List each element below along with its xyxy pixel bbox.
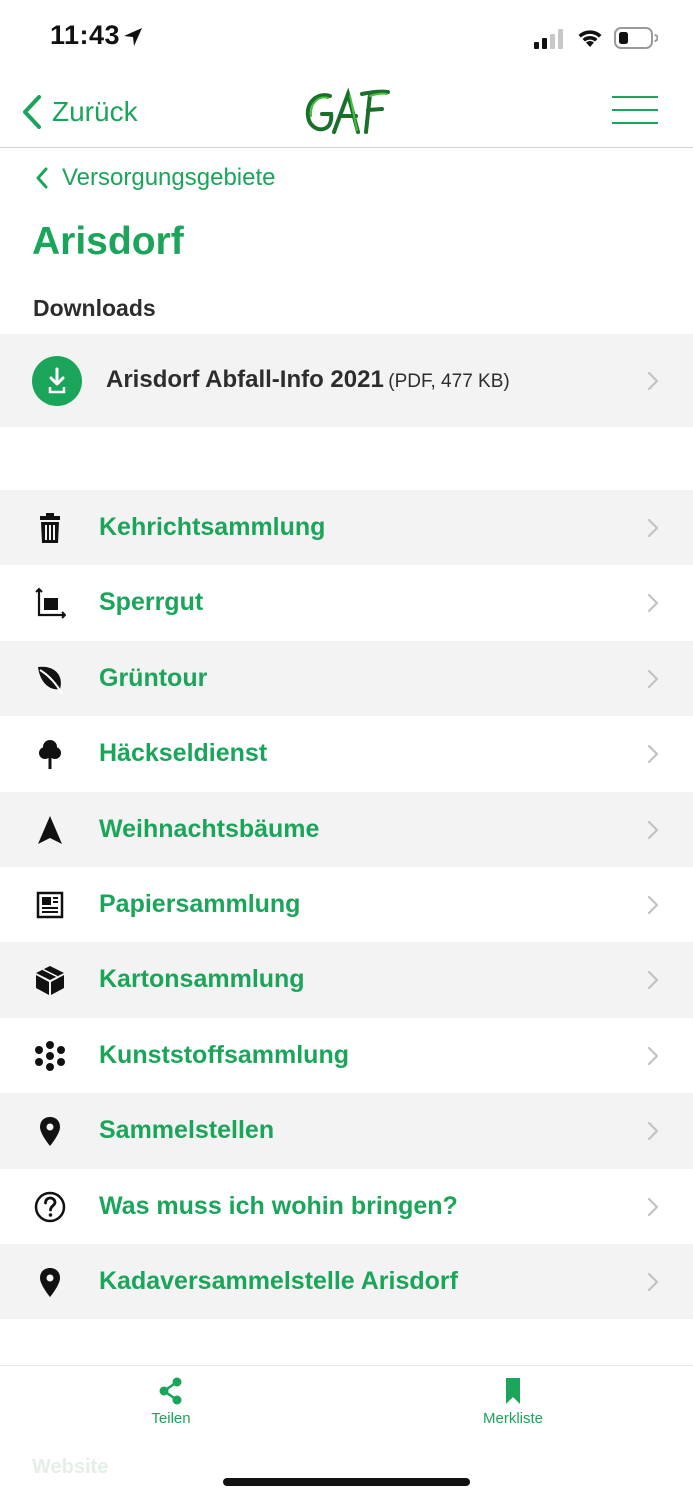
cellular-signal-icon <box>534 29 563 49</box>
tree-icon <box>39 740 61 770</box>
bulky-item-dimensions-icon <box>35 587 66 620</box>
list-item-label: Weihnachtsbäume <box>99 814 320 843</box>
chevron-right-icon <box>647 895 659 915</box>
chevron-right-icon <box>647 745 659 764</box>
breadcrumb[interactable]: Versorgungsgebiete <box>34 164 276 192</box>
download-text: Arisdorf Abfall-Info 2021 (PDF, 477 KB) <box>106 366 510 394</box>
wifi-icon <box>578 30 602 47</box>
chevron-left-icon <box>23 95 41 129</box>
list-item-haeckseldienst[interactable]: Häckseldienst <box>0 716 693 792</box>
hamburger-menu-icon[interactable] <box>610 94 662 128</box>
leaf-icon <box>38 666 63 695</box>
list-item-label: Kartonsammlung <box>99 965 305 994</box>
list-item-kehrichtsammlung[interactable]: Kehrichtsammlung <box>0 490 693 566</box>
list-item-sammelstellen[interactable]: Sammelstellen <box>0 1093 693 1169</box>
bookmark-icon <box>506 1378 520 1404</box>
box-icon <box>36 966 64 996</box>
navigation-bar: Zurück <box>0 76 693 148</box>
chevron-right-icon <box>647 371 659 391</box>
website-link[interactable]: Website <box>32 1456 108 1479</box>
list-item-label: Kehrichtsammlung <box>99 513 326 541</box>
location-arrow-icon <box>124 28 142 46</box>
question-circle-icon <box>34 1191 66 1222</box>
list-item-kadaversammelstelle[interactable]: Kadaversammelstelle Arisdorf <box>0 1243 693 1320</box>
chevron-right-icon <box>647 1122 659 1141</box>
list-item-label: Kadaversammelstelle Arisdorf <box>99 1266 458 1295</box>
list-item-sperrgut[interactable]: Sperrgut <box>0 565 693 641</box>
tab-label: Teilen <box>151 1410 191 1427</box>
newspaper-icon <box>36 891 64 919</box>
list-item-label: Papiersammlung <box>99 889 301 918</box>
download-icon <box>32 356 82 406</box>
list-item-label: Was muss ich wohin bringen? <box>99 1191 458 1220</box>
tab-label: Merkliste <box>482 1410 543 1427</box>
list-item-label: Häckseldienst <box>99 739 268 768</box>
list-item-kunststoffsammlung[interactable]: Kunststoffsammlung <box>0 1017 693 1094</box>
chevron-right-icon <box>647 1197 659 1216</box>
share-icon <box>159 1377 182 1405</box>
map-pin-icon <box>40 1267 60 1297</box>
home-indicator <box>223 1478 470 1486</box>
trash-can-icon <box>40 513 60 543</box>
chevron-right-icon <box>647 518 659 538</box>
list-item-was-muss-ich-wohin-bringen[interactable]: Was muss ich wohin bringen? <box>0 1168 693 1244</box>
breadcrumb-label: Versorgungsgebiete <box>62 164 276 191</box>
battery-low-icon <box>614 27 658 49</box>
list-item-label: Sperrgut <box>99 588 204 617</box>
chevron-right-icon <box>647 594 659 613</box>
download-item[interactable]: Arisdorf Abfall-Info 2021 (PDF, 477 KB) <box>0 334 693 427</box>
downloads-heading: Downloads <box>33 295 156 321</box>
gaf-logo[interactable] <box>300 86 392 138</box>
back-label: Zurück <box>52 96 138 127</box>
list-item-kartonsammlung[interactable]: Kartonsammlung <box>0 942 693 1018</box>
download-title: Arisdorf Abfall-Info 2021 <box>106 366 384 393</box>
status-bar: 11:43 <box>0 0 693 76</box>
services-list: Kehrichtsammlung Sperrgut Grüntour Häcks… <box>0 490 693 1320</box>
list-item-label: Grüntour <box>99 663 208 692</box>
list-item-label: Kunststoffsammlung <box>99 1040 349 1069</box>
download-meta: (PDF, 477 KB) <box>388 371 510 392</box>
status-time: 11:43 <box>50 20 121 50</box>
page-title: Arisdorf <box>32 220 184 263</box>
list-item-label: Sammelstellen <box>99 1116 275 1145</box>
chevron-right-icon <box>647 1046 659 1065</box>
chevron-right-icon <box>647 669 659 688</box>
tab-bookmarks[interactable]: Merkliste <box>453 1376 573 1436</box>
list-item-papiersammlung[interactable]: Papiersammlung <box>0 866 693 943</box>
plastic-molecule-icon <box>35 1040 65 1071</box>
list-item-weihnachtsbaeume[interactable]: Weihnachtsbäume <box>0 791 693 867</box>
chevron-right-icon <box>647 820 659 839</box>
list-item-gruentour[interactable]: Grüntour <box>0 640 693 717</box>
chevron-left-icon <box>36 167 48 189</box>
tab-share[interactable]: Teilen <box>111 1376 231 1436</box>
chevron-right-icon <box>647 971 659 990</box>
chevron-right-icon <box>647 1272 659 1292</box>
christmas-tree-icon <box>38 815 62 844</box>
back-button[interactable]: Zurück <box>20 92 138 132</box>
map-pin-icon <box>40 1117 60 1147</box>
